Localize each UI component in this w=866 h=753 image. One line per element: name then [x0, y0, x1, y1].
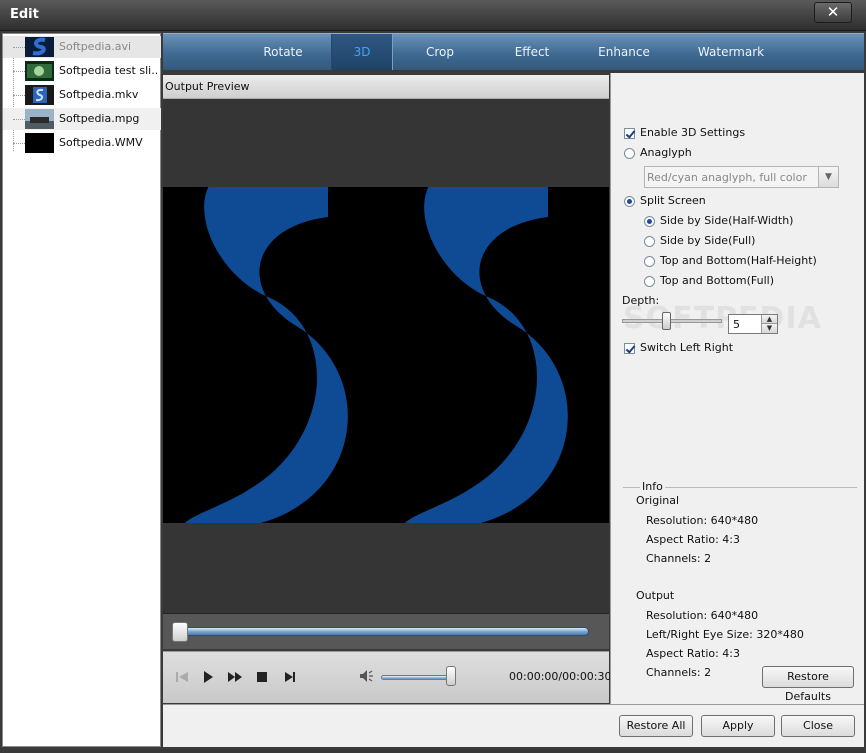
volume-track[interactable]: [381, 675, 453, 680]
info-output-eye-size: Left/Right Eye Size: 320*480: [646, 628, 804, 641]
preview-title: Output Preview: [165, 80, 250, 93]
file-name: Softpedia.mkv: [59, 88, 139, 101]
fast-forward-icon[interactable]: [226, 668, 244, 686]
seek-track[interactable]: [177, 627, 589, 636]
option-side-by-side-half-radio[interactable]: [644, 216, 655, 227]
split-screen-label: Split Screen: [640, 194, 706, 207]
option-side-by-side-full-radio[interactable]: [644, 236, 655, 247]
file-thumbnail: [25, 61, 54, 81]
info-original-title: Original: [636, 494, 680, 507]
tree-branch: [13, 143, 25, 144]
tab-crop[interactable]: Crop: [395, 34, 485, 70]
volume-icon[interactable]: [358, 667, 376, 685]
file-thumbnail: [25, 109, 54, 129]
file-item-mkv[interactable]: Softpedia.mkv: [3, 84, 161, 106]
window-title: Edit: [10, 7, 39, 22]
tab-enhance[interactable]: Enhance: [579, 34, 669, 70]
option-side-by-side-full-label: Side by Side(Full): [660, 234, 756, 247]
file-item-wmv[interactable]: Softpedia.WMV: [3, 132, 161, 154]
split-screen-radio[interactable]: [624, 196, 635, 207]
settings-panel: Enable 3D Settings Anaglyph Red/cyan ana…: [610, 73, 864, 704]
seek-handle[interactable]: [172, 622, 188, 642]
depth-spinbox[interactable]: 5 ▲ ▼: [728, 314, 778, 334]
info-output-aspect: Aspect Ratio: 4:3: [646, 647, 741, 660]
tree-branch: [13, 119, 25, 120]
restore-defaults-button[interactable]: Restore Defaults: [762, 666, 854, 703]
file-thumbnail: [25, 37, 54, 57]
video-area: [163, 99, 609, 613]
chevron-down-icon[interactable]: ▼: [818, 167, 838, 187]
tree-branch: [13, 71, 25, 72]
info-output-channels: Channels: 2: [646, 666, 712, 679]
skip-to-start-icon[interactable]: [173, 668, 191, 686]
file-name: Softpedia test sli...: [59, 64, 159, 77]
close-button[interactable]: Close: [781, 715, 855, 737]
skip-to-end-icon[interactable]: [281, 668, 299, 686]
info-legend: Info: [640, 480, 665, 493]
tab-3d[interactable]: 3D: [331, 34, 393, 70]
volume-handle[interactable]: [446, 666, 456, 686]
window-close-button[interactable]: ✕: [814, 2, 852, 23]
anaglyph-select[interactable]: Red/cyan anaglyph, full color ▼: [644, 166, 839, 188]
option-top-bottom-half-radio[interactable]: [644, 256, 655, 267]
switch-left-right-label: Switch Left Right: [640, 341, 734, 354]
info-original-resolution: Resolution: 640*480: [646, 514, 759, 527]
spin-up-icon[interactable]: ▲: [761, 315, 777, 324]
tree-branch: [13, 95, 25, 96]
file-item-mpg[interactable]: Softpedia.mpg: [3, 108, 161, 130]
bottom-bar: Restore All Apply Close: [163, 704, 864, 747]
file-item-slideshow[interactable]: Softpedia test sli...: [3, 60, 161, 82]
info-output-resolution: Resolution: 640*480: [646, 609, 759, 622]
depth-slider-thumb[interactable]: [662, 312, 671, 330]
option-top-bottom-full-radio[interactable]: [644, 276, 655, 287]
seek-bar-area: [163, 613, 609, 649]
stop-icon[interactable]: [253, 668, 271, 686]
file-name: Softpedia.WMV: [59, 136, 143, 149]
file-name: Softpedia.mpg: [59, 112, 140, 125]
restore-all-button[interactable]: Restore All: [619, 715, 693, 737]
file-name: Softpedia.avi: [59, 40, 132, 53]
preview-header: Output Preview: [163, 75, 609, 99]
depth-slider-track[interactable]: [622, 319, 722, 323]
playback-controls: 00:00:00/00:00:30: [163, 651, 612, 703]
option-top-bottom-full-label: Top and Bottom(Full): [660, 274, 774, 287]
apply-button[interactable]: Apply: [701, 715, 775, 737]
tab-effect[interactable]: Effect: [487, 34, 577, 70]
file-list: Softpedia.avi Softpedia test sli... Soft…: [2, 33, 161, 747]
video-content-3d-side-by-side: [163, 187, 609, 523]
tree-branch: [13, 47, 25, 48]
file-thumbnail: [25, 133, 54, 153]
info-original-channels: Channels: 2: [646, 552, 712, 565]
info-original-aspect: Aspect Ratio: 4:3: [646, 533, 741, 546]
anaglyph-label: Anaglyph: [640, 146, 692, 159]
file-thumbnail: [25, 85, 54, 105]
switch-left-right-checkbox[interactable]: [624, 343, 635, 354]
tab-bar: Rotate 3D Crop Effect Enhance Watermark: [163, 33, 864, 70]
tab-rotate[interactable]: Rotate: [233, 34, 333, 70]
file-item-avi[interactable]: Softpedia.avi: [3, 36, 161, 58]
tab-watermark[interactable]: Watermark: [681, 34, 781, 70]
anaglyph-radio[interactable]: [624, 148, 635, 159]
main-frame: Softpedia.avi Softpedia test sli... Soft…: [0, 31, 866, 753]
depth-value: 5: [733, 318, 740, 331]
play-icon[interactable]: [199, 668, 217, 686]
enable-3d-checkbox[interactable]: [624, 128, 635, 139]
anaglyph-select-value: Red/cyan anaglyph, full color: [647, 171, 807, 184]
option-side-by-side-half-label: Side by Side(Half-Width): [660, 214, 794, 227]
spin-down-icon[interactable]: ▼: [761, 324, 777, 333]
time-display: 00:00:00/00:00:30: [509, 670, 612, 683]
option-top-bottom-half-label: Top and Bottom(Half-Height): [660, 254, 817, 267]
info-output-title: Output: [636, 589, 675, 602]
title-bar: Edit ✕: [0, 0, 866, 31]
video-frame: [163, 187, 609, 523]
enable-3d-label: Enable 3D Settings: [640, 126, 746, 139]
